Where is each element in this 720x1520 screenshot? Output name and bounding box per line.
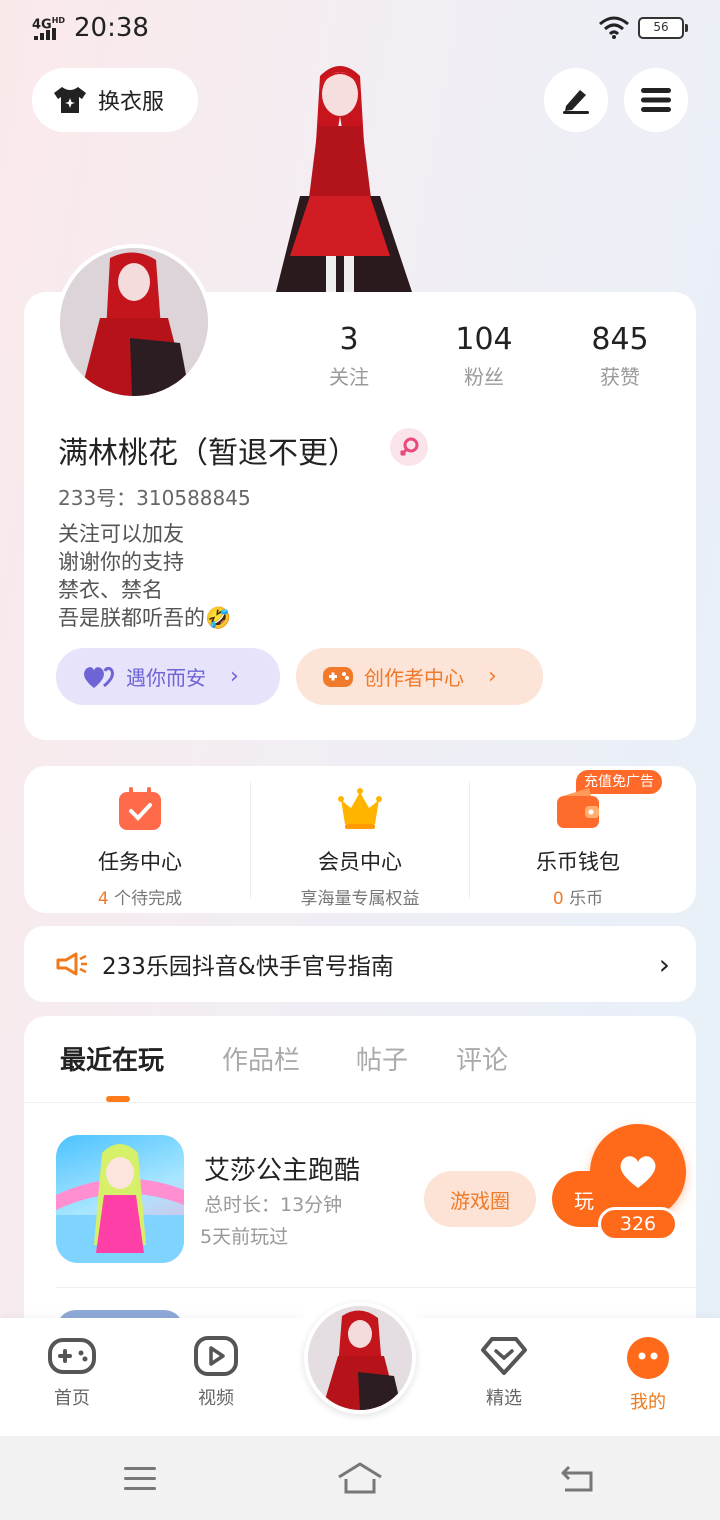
- bio-line: 禁衣、禁名: [58, 578, 163, 602]
- relationship-label: 遇你而安: [126, 666, 206, 690]
- nav-mine[interactable]: 我的: [598, 1336, 698, 1414]
- tab-posts[interactable]: 帖子: [356, 1040, 408, 1077]
- chevron-right-icon: ›: [230, 664, 239, 689]
- video-play-icon: [194, 1336, 238, 1376]
- face-icon: [627, 1337, 669, 1379]
- announcement-banner[interactable]: 233乐园抖音&快手官号指南 ›: [24, 926, 696, 1002]
- user-id[interactable]: 233号：310588845: [58, 482, 251, 511]
- likes-count: 845: [591, 322, 649, 357]
- coin-wallet-sub: 0 乐币: [552, 889, 604, 909]
- wallet-icon: [557, 788, 599, 828]
- nav-featured-label: 精选: [486, 1388, 522, 1409]
- megaphone-icon: [56, 952, 87, 976]
- coin-wallet-item[interactable]: 乐币钱包 0 乐币: [468, 780, 688, 909]
- shirt-sparkle-icon: [54, 87, 86, 113]
- nav-avatar-center[interactable]: [304, 1302, 416, 1414]
- game-name[interactable]: 艾莎公主跑酷: [204, 1150, 360, 1187]
- home-icon[interactable]: [330, 1456, 390, 1500]
- back-icon[interactable]: [548, 1456, 608, 1500]
- game-total-time: 总时长：13分钟: [204, 1194, 343, 1216]
- tab-works[interactable]: 作品栏: [222, 1040, 300, 1077]
- edit-profile-button[interactable]: [544, 68, 608, 132]
- following-count: 3: [339, 322, 359, 357]
- heart-diamond-icon: [481, 1337, 527, 1375]
- clock: 20:38: [74, 13, 149, 43]
- fans-count: 104: [455, 322, 513, 357]
- nav-video-label: 视频: [198, 1388, 234, 1409]
- game-last-played: 5天前玩过: [200, 1226, 289, 1248]
- divider: [56, 1287, 696, 1288]
- bio-line: 谢谢你的支持: [58, 550, 184, 574]
- bio-line: 关注可以加友: [58, 522, 184, 546]
- nav-home[interactable]: 首页: [22, 1336, 122, 1410]
- bio-line: 吾是朕都听吾的🤣: [58, 606, 232, 630]
- avatar-character-image[interactable]: [240, 56, 440, 292]
- game-thumbnail[interactable]: [56, 1135, 184, 1263]
- tab-recent-played[interactable]: 最近在玩: [60, 1040, 164, 1077]
- member-center-title: 会员中心: [318, 850, 402, 874]
- nav-video[interactable]: 视频: [166, 1336, 266, 1410]
- avatar[interactable]: [56, 244, 212, 400]
- avatar-image: [60, 248, 208, 396]
- fans-label: 粉丝: [464, 365, 504, 389]
- nav-home-label: 首页: [54, 1388, 90, 1409]
- battery-indicator: 56: [638, 17, 688, 39]
- stat-fans[interactable]: 104 粉丝: [424, 322, 544, 390]
- creator-center-label: 创作者中心: [364, 666, 464, 690]
- wifi-icon: [599, 16, 629, 39]
- game-circle-button[interactable]: 游戏圈: [424, 1171, 536, 1227]
- gamepad-icon: [48, 1338, 96, 1374]
- like-button[interactable]: [590, 1124, 686, 1220]
- menu-button[interactable]: [624, 68, 688, 132]
- like-count: 326: [598, 1207, 678, 1241]
- chevron-right-icon: ›: [658, 948, 670, 981]
- change-outfit-label: 换衣服: [98, 90, 165, 115]
- change-outfit-button[interactable]: 换衣服: [32, 68, 198, 132]
- nav-mine-label: 我的: [630, 1392, 666, 1413]
- divider: [24, 1102, 696, 1103]
- female-icon: [390, 428, 428, 466]
- calendar-check-icon: [119, 787, 161, 830]
- stat-following[interactable]: 3 关注: [289, 322, 409, 390]
- announcement-text: 233乐园抖音&快手官号指南: [102, 954, 394, 980]
- recent-apps-icon[interactable]: [110, 1456, 170, 1500]
- heart-icon: [620, 1156, 656, 1188]
- chevron-right-icon: ›: [488, 664, 497, 689]
- task-center-title: 任务中心: [98, 850, 182, 874]
- signal-icon: [34, 28, 62, 40]
- nav-featured[interactable]: 精选: [454, 1336, 554, 1410]
- gamepad-icon: [323, 666, 353, 687]
- crown-icon: [338, 788, 382, 829]
- following-label: 关注: [329, 365, 369, 389]
- tab-comments[interactable]: 评论: [456, 1040, 508, 1077]
- bio: 关注可以加友 谢谢你的支持 禁衣、禁名 吾是朕都听吾的🤣: [58, 520, 231, 632]
- creator-center-button[interactable]: 创作者中心 ›: [296, 648, 543, 705]
- hamburger-menu-icon: [641, 88, 671, 112]
- task-center-sub: 4 个待完成: [97, 889, 183, 909]
- member-center-sub: 享海量专属权益: [300, 889, 420, 909]
- relationship-button[interactable]: 遇你而安 ›: [56, 648, 280, 705]
- likes-label: 获赞: [600, 365, 640, 389]
- coin-wallet-title: 乐币钱包: [536, 850, 620, 874]
- member-center-item[interactable]: 会员中心 享海量专属权益: [250, 780, 470, 909]
- double-heart-icon: [84, 666, 114, 688]
- pencil-icon: [563, 90, 589, 114]
- nickname: 满林桃花（暂退不更）: [58, 436, 358, 471]
- task-center-item[interactable]: 任务中心 4 个待完成: [30, 780, 250, 909]
- stat-likes[interactable]: 845 获赞: [560, 322, 680, 390]
